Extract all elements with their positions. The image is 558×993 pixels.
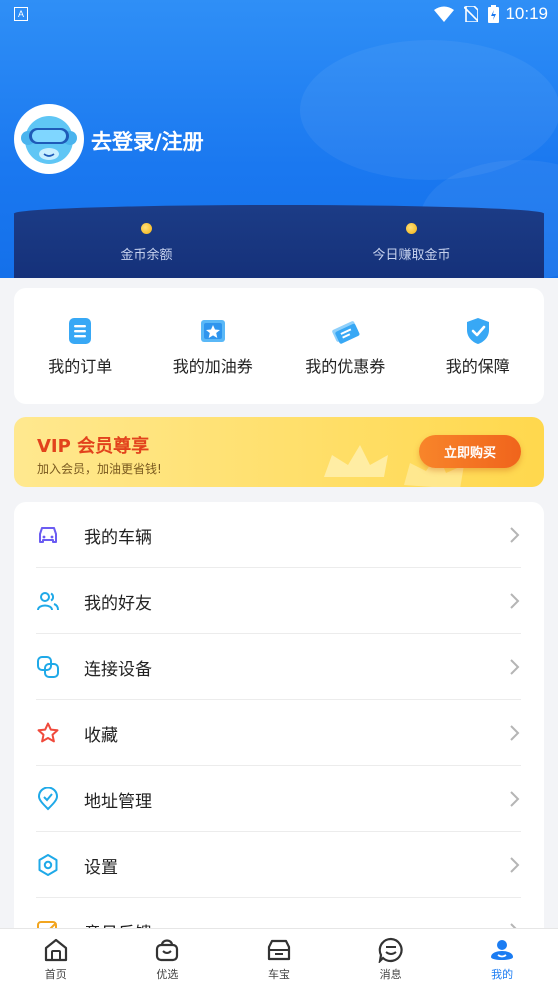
tab-label: 我的 — [491, 968, 514, 981]
tab-selected[interactable]: 优选 — [112, 929, 224, 993]
tab-car-treasure[interactable]: 车宝 — [223, 929, 335, 993]
star-icon — [37, 722, 59, 743]
battery-icon — [488, 5, 499, 23]
quick-action-label: 我的加油券 — [172, 357, 253, 376]
order-icon — [69, 318, 92, 344]
mine-icon — [491, 940, 514, 960]
tab-label: 车宝 — [267, 968, 290, 981]
menu-item-connect-device[interactable]: 连接设备 — [36, 634, 521, 700]
menu-item-label: 我的车辆 — [84, 528, 152, 548]
coin-today[interactable]: 今日赚取金币 — [279, 223, 544, 263]
friends-icon — [37, 592, 59, 611]
fuel-coupon-icon — [200, 320, 225, 342]
chevron-right-icon — [510, 527, 520, 543]
coin-icon — [406, 223, 417, 234]
message-icon — [378, 937, 403, 963]
coupon-icon — [332, 321, 360, 344]
quick-action-orders[interactable]: 我的订单 — [14, 288, 147, 404]
mascot-avatar-icon — [21, 116, 77, 164]
chevron-right-icon — [510, 593, 520, 609]
menu-item-favorites[interactable]: 收藏 — [36, 700, 521, 766]
tab-messages[interactable]: 消息 — [335, 929, 447, 993]
tab-home[interactable]: 首页 — [0, 929, 112, 993]
chevron-right-icon — [510, 659, 520, 675]
quick-action-label: 我的保障 — [445, 357, 510, 376]
quick-action-protection[interactable]: 我的保障 — [412, 288, 545, 404]
avatar[interactable] — [14, 104, 84, 174]
vip-banner[interactable]: VIP 会员尊享 加入会员，加油更省钱! 立即购买 — [14, 417, 544, 487]
settings-menu: 我的车辆 我的好友 连接设备 收藏 地址管理 设置 — [14, 502, 544, 942]
vip-subtitle: 加入会员，加油更省钱! — [37, 462, 162, 476]
tab-label: 优选 — [156, 968, 179, 981]
menu-item-label: 地址管理 — [84, 792, 152, 812]
menu-item-vehicles[interactable]: 我的车辆 — [36, 502, 521, 568]
coin-today-label: 今日赚取金币 — [372, 248, 451, 263]
bottom-tab-bar: 首页 优选 车宝 消息 我的 — [0, 928, 558, 993]
menu-item-label: 设置 — [84, 858, 118, 878]
link-device-icon — [37, 656, 59, 678]
status-indicator: A — [14, 7, 28, 21]
wifi-icon — [434, 6, 454, 22]
quick-actions: 我的订单 我的加油券 我的优惠券 我的保障 — [14, 288, 544, 404]
location-icon — [37, 787, 59, 811]
quick-action-label: 我的优惠券 — [305, 357, 386, 376]
coin-icon — [141, 223, 152, 234]
chevron-right-icon — [510, 791, 520, 807]
buy-now-button[interactable]: 立即购买 — [419, 435, 521, 468]
chevron-right-icon — [510, 725, 520, 741]
quick-action-label: 我的订单 — [48, 357, 113, 376]
tab-label: 首页 — [44, 968, 67, 981]
login-register-link[interactable]: 去登录/注册 — [91, 126, 204, 156]
shield-icon — [466, 318, 489, 344]
settings-icon — [38, 854, 58, 876]
car-icon — [39, 527, 57, 543]
bag-icon — [156, 939, 179, 962]
menu-item-label: 我的好友 — [84, 594, 152, 614]
home-icon — [44, 938, 67, 962]
tab-label: 消息 — [379, 968, 402, 981]
coin-balance-label: 金币余额 — [120, 248, 173, 263]
coin-balance[interactable]: 金币余额 — [14, 223, 279, 263]
no-sim-icon — [464, 6, 478, 22]
menu-item-address[interactable]: 地址管理 — [36, 766, 521, 832]
menu-item-label: 连接设备 — [84, 660, 152, 680]
car-treasure-icon — [267, 939, 291, 961]
header-decoration — [300, 40, 558, 180]
status-bar: A 10:19 — [0, 0, 558, 30]
menu-item-label: 收藏 — [84, 726, 118, 746]
quick-action-fuel-coupons[interactable]: 我的加油券 — [147, 288, 280, 404]
profile-header: A 10:19 去登录/注册 金币余额 今日赚取金币 — [0, 0, 558, 278]
status-time: 10:19 — [505, 4, 548, 23]
status-icons — [434, 5, 499, 23]
tab-mine[interactable]: 我的 — [446, 929, 558, 993]
menu-item-friends[interactable]: 我的好友 — [36, 568, 521, 634]
coin-panel: 金币余额 今日赚取金币 — [14, 205, 544, 278]
chevron-right-icon — [510, 857, 520, 873]
menu-item-settings[interactable]: 设置 — [36, 832, 521, 898]
quick-action-coupons[interactable]: 我的优惠券 — [279, 288, 412, 404]
vip-title: VIP 会员尊享 — [37, 436, 150, 457]
